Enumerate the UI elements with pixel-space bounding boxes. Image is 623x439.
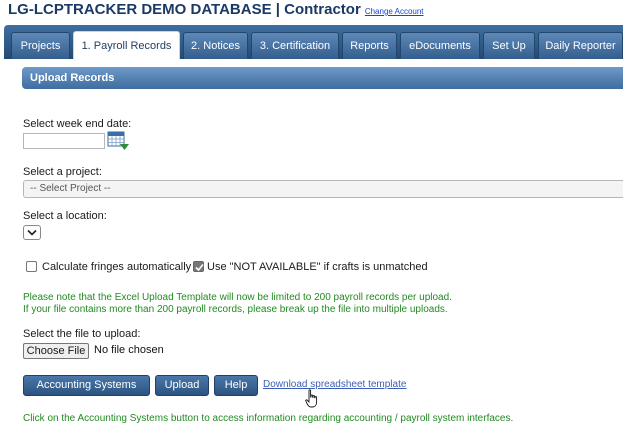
change-account-link[interactable]: Change Account <box>365 7 424 16</box>
upload-limit-note: Please note that the Excel Upload Templa… <box>23 292 452 303</box>
check-icon <box>195 263 204 272</box>
tab-edocuments[interactable]: eDocuments <box>400 32 480 59</box>
file-status: No file chosen <box>94 344 164 356</box>
app-title: LG-LCPTRACKER DEMO DATABASE | Contractor… <box>8 1 424 18</box>
file-label: Select the file to upload: <box>23 328 141 340</box>
upload-limit-note-2: If your file contains more than 200 payr… <box>23 304 448 315</box>
upload-button[interactable]: Upload <box>155 375 209 396</box>
week-end-date-input[interactable] <box>23 133 105 149</box>
choose-file-button[interactable]: Choose File <box>23 343 89 359</box>
calendar-icon[interactable] <box>107 131 129 151</box>
tab-reports[interactable]: Reports <box>342 32 397 59</box>
tab-setup[interactable]: Set Up <box>483 32 535 59</box>
location-label: Select a location: <box>23 210 107 222</box>
week-end-label: Select week end date: <box>23 118 132 130</box>
not-available-label: Use "NOT AVAILABLE" if crafts is unmatch… <box>207 261 428 273</box>
accounting-systems-button[interactable]: Accounting Systems <box>23 375 150 396</box>
calculate-fringes-label: Calculate fringes automatically <box>42 261 192 273</box>
main-nav: Projects 1. Payroll Records 2. Notices 3… <box>4 25 623 60</box>
download-template-link[interactable]: Download spreadsheet template <box>263 379 406 390</box>
help-button[interactable]: Help <box>214 375 258 396</box>
location-select[interactable] <box>23 225 41 240</box>
accounting-info-note: Click on the Accounting Systems button t… <box>23 413 514 424</box>
project-label: Select a project: <box>23 166 102 178</box>
upload-records-header: Upload Records <box>22 67 623 89</box>
tab-payroll-records[interactable]: 1. Payroll Records <box>73 31 180 60</box>
project-select[interactable]: -- Select Project -- <box>23 180 623 198</box>
tab-certification[interactable]: 3. Certification <box>251 32 339 59</box>
database-title: LG-LCPTRACKER DEMO DATABASE | Contractor <box>8 1 361 18</box>
tab-projects[interactable]: Projects <box>11 32 70 59</box>
tab-notices[interactable]: 2. Notices <box>183 32 248 59</box>
tab-daily-reporter[interactable]: Daily Reporter <box>538 32 623 59</box>
project-selected-value: -- Select Project -- <box>30 183 111 194</box>
hand-pointer-icon <box>305 389 319 408</box>
not-available-checkbox[interactable] <box>193 261 204 272</box>
chevron-down-icon <box>27 229 37 236</box>
calculate-fringes-checkbox[interactable] <box>26 261 37 272</box>
